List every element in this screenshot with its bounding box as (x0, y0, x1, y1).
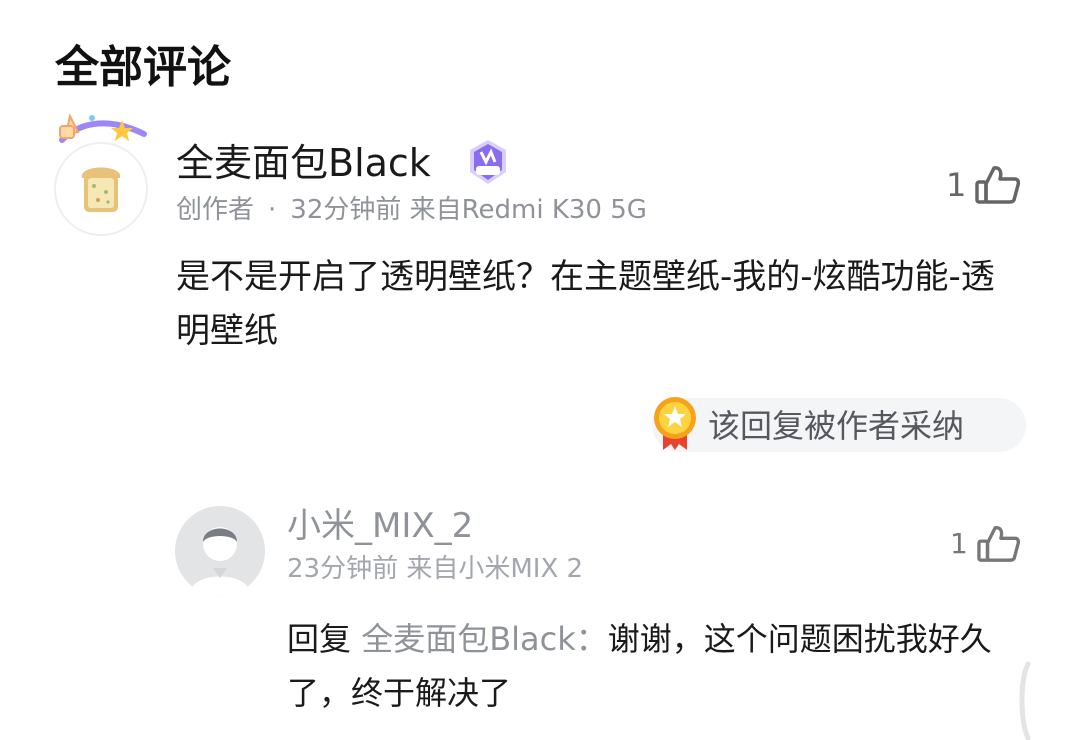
thumbs-up-icon (977, 526, 1020, 562)
creator-role-label: 创作者 (176, 195, 255, 225)
meta-separator: · (268, 195, 277, 225)
medal-icon (654, 397, 696, 450)
reply-target-link[interactable]: 全麦面包Black： (361, 620, 608, 658)
comment-2-like-button[interactable]: 1 (950, 524, 1020, 564)
thumbs-up-icon (975, 166, 1021, 204)
comment-2-like-count: 1 (950, 527, 968, 560)
default-user-avatar-icon[interactable] (175, 506, 265, 596)
comment-1-meta: 创作者 · 32分钟前 来自Redmi K30 5G (176, 193, 647, 227)
comment-1-text: 是不是开启了透明壁纸？在主题壁纸-我的-炫酷功能-透明壁纸 (176, 257, 995, 351)
adopted-label: 该回复被作者采纳 (708, 407, 965, 445)
toast-avatar-icon (54, 142, 148, 236)
reply-prefix: 回复 (287, 620, 362, 658)
comment-1-author[interactable]: 全麦面包Black (176, 140, 431, 186)
scrollbar[interactable] (1014, 660, 1034, 740)
comment-2-author[interactable]: 小米_MIX_2 (287, 505, 473, 547)
creator-badge-icon (470, 140, 506, 184)
section-title: 全部评论 (55, 42, 231, 93)
comment-1-like-count: 1 (946, 166, 967, 204)
comment-2-text: 回复 全麦面包Black：谢谢，这个问题困扰我好久了，终于解决了 (287, 612, 1027, 720)
comment-1-time-device: 32分钟前 来自Redmi K30 5G (290, 195, 647, 225)
comment-1-like-button[interactable]: 1 (946, 164, 1021, 206)
comment-2-meta: 23分钟前 来自小米MIX 2 (287, 554, 584, 584)
comment-1-avatar[interactable] (52, 110, 154, 236)
